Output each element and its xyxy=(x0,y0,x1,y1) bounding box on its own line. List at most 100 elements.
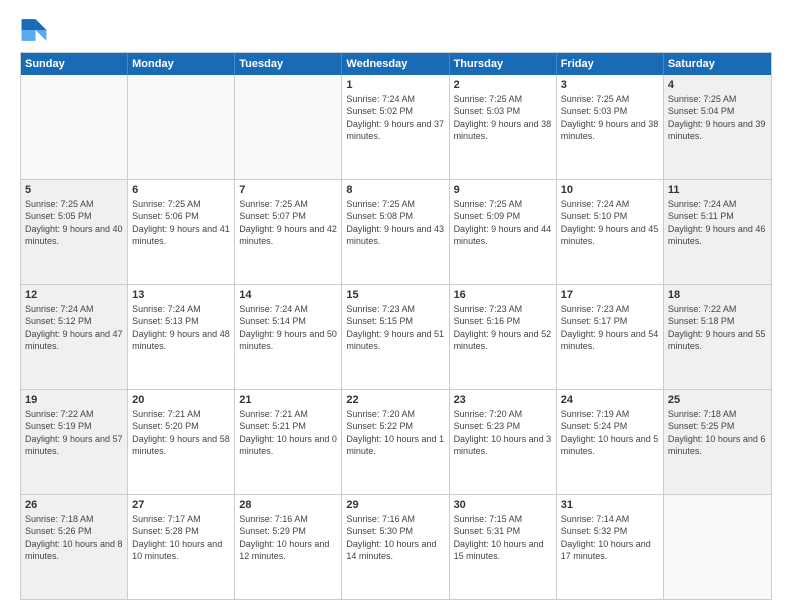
calendar-row-2: 5Sunrise: 7:25 AM Sunset: 5:05 PM Daylig… xyxy=(21,179,771,284)
calendar-cell: 7Sunrise: 7:25 AM Sunset: 5:07 PM Daylig… xyxy=(235,180,342,284)
cell-text: Sunrise: 7:24 AM Sunset: 5:10 PM Dayligh… xyxy=(561,198,659,247)
cell-text: Sunrise: 7:23 AM Sunset: 5:16 PM Dayligh… xyxy=(454,303,552,352)
calendar-row-5: 26Sunrise: 7:18 AM Sunset: 5:26 PM Dayli… xyxy=(21,494,771,599)
cell-text: Sunrise: 7:24 AM Sunset: 5:02 PM Dayligh… xyxy=(346,93,444,142)
day-number: 28 xyxy=(239,498,337,512)
cell-text: Sunrise: 7:25 AM Sunset: 5:05 PM Dayligh… xyxy=(25,198,123,247)
day-number: 5 xyxy=(25,183,123,197)
day-number: 9 xyxy=(454,183,552,197)
day-number: 14 xyxy=(239,288,337,302)
weekday-header-monday: Monday xyxy=(128,53,235,75)
cell-text: Sunrise: 7:25 AM Sunset: 5:07 PM Dayligh… xyxy=(239,198,337,247)
calendar-cell: 9Sunrise: 7:25 AM Sunset: 5:09 PM Daylig… xyxy=(450,180,557,284)
calendar-cell: 24Sunrise: 7:19 AM Sunset: 5:24 PM Dayli… xyxy=(557,390,664,494)
day-number: 15 xyxy=(346,288,444,302)
day-number: 23 xyxy=(454,393,552,407)
calendar-cell: 14Sunrise: 7:24 AM Sunset: 5:14 PM Dayli… xyxy=(235,285,342,389)
cell-text: Sunrise: 7:14 AM Sunset: 5:32 PM Dayligh… xyxy=(561,513,659,562)
calendar-cell xyxy=(664,495,771,599)
calendar-cell: 31Sunrise: 7:14 AM Sunset: 5:32 PM Dayli… xyxy=(557,495,664,599)
day-number: 25 xyxy=(668,393,767,407)
cell-text: Sunrise: 7:16 AM Sunset: 5:30 PM Dayligh… xyxy=(346,513,444,562)
calendar-cell xyxy=(21,75,128,179)
calendar-cell: 3Sunrise: 7:25 AM Sunset: 5:03 PM Daylig… xyxy=(557,75,664,179)
cell-text: Sunrise: 7:25 AM Sunset: 5:06 PM Dayligh… xyxy=(132,198,230,247)
weekday-header-sunday: Sunday xyxy=(21,53,128,75)
day-number: 2 xyxy=(454,78,552,92)
cell-text: Sunrise: 7:23 AM Sunset: 5:17 PM Dayligh… xyxy=(561,303,659,352)
weekday-header-thursday: Thursday xyxy=(450,53,557,75)
calendar-cell: 15Sunrise: 7:23 AM Sunset: 5:15 PM Dayli… xyxy=(342,285,449,389)
cell-text: Sunrise: 7:25 AM Sunset: 5:03 PM Dayligh… xyxy=(454,93,552,142)
day-number: 21 xyxy=(239,393,337,407)
weekday-header-wednesday: Wednesday xyxy=(342,53,449,75)
calendar-cell: 11Sunrise: 7:24 AM Sunset: 5:11 PM Dayli… xyxy=(664,180,771,284)
calendar-cell: 22Sunrise: 7:20 AM Sunset: 5:22 PM Dayli… xyxy=(342,390,449,494)
calendar-cell: 28Sunrise: 7:16 AM Sunset: 5:29 PM Dayli… xyxy=(235,495,342,599)
calendar-cell: 30Sunrise: 7:15 AM Sunset: 5:31 PM Dayli… xyxy=(450,495,557,599)
header xyxy=(20,16,772,44)
day-number: 4 xyxy=(668,78,767,92)
cell-text: Sunrise: 7:24 AM Sunset: 5:13 PM Dayligh… xyxy=(132,303,230,352)
calendar-cell xyxy=(128,75,235,179)
day-number: 22 xyxy=(346,393,444,407)
day-number: 26 xyxy=(25,498,123,512)
cell-text: Sunrise: 7:22 AM Sunset: 5:19 PM Dayligh… xyxy=(25,408,123,457)
cell-text: Sunrise: 7:18 AM Sunset: 5:25 PM Dayligh… xyxy=(668,408,767,457)
calendar-cell: 23Sunrise: 7:20 AM Sunset: 5:23 PM Dayli… xyxy=(450,390,557,494)
calendar-cell: 1Sunrise: 7:24 AM Sunset: 5:02 PM Daylig… xyxy=(342,75,449,179)
calendar-row-3: 12Sunrise: 7:24 AM Sunset: 5:12 PM Dayli… xyxy=(21,284,771,389)
calendar-cell: 8Sunrise: 7:25 AM Sunset: 5:08 PM Daylig… xyxy=(342,180,449,284)
day-number: 16 xyxy=(454,288,552,302)
day-number: 1 xyxy=(346,78,444,92)
day-number: 12 xyxy=(25,288,123,302)
day-number: 18 xyxy=(668,288,767,302)
calendar-cell: 6Sunrise: 7:25 AM Sunset: 5:06 PM Daylig… xyxy=(128,180,235,284)
day-number: 17 xyxy=(561,288,659,302)
cell-text: Sunrise: 7:25 AM Sunset: 5:08 PM Dayligh… xyxy=(346,198,444,247)
page: SundayMondayTuesdayWednesdayThursdayFrid… xyxy=(0,0,792,612)
calendar-row-4: 19Sunrise: 7:22 AM Sunset: 5:19 PM Dayli… xyxy=(21,389,771,494)
cell-text: Sunrise: 7:22 AM Sunset: 5:18 PM Dayligh… xyxy=(668,303,767,352)
calendar-cell: 10Sunrise: 7:24 AM Sunset: 5:10 PM Dayli… xyxy=(557,180,664,284)
calendar-body: 1Sunrise: 7:24 AM Sunset: 5:02 PM Daylig… xyxy=(21,75,771,599)
calendar-cell xyxy=(235,75,342,179)
calendar-cell: 27Sunrise: 7:17 AM Sunset: 5:28 PM Dayli… xyxy=(128,495,235,599)
calendar-header: SundayMondayTuesdayWednesdayThursdayFrid… xyxy=(21,53,771,75)
calendar-cell: 2Sunrise: 7:25 AM Sunset: 5:03 PM Daylig… xyxy=(450,75,557,179)
calendar-cell: 18Sunrise: 7:22 AM Sunset: 5:18 PM Dayli… xyxy=(664,285,771,389)
day-number: 13 xyxy=(132,288,230,302)
day-number: 10 xyxy=(561,183,659,197)
calendar-cell: 19Sunrise: 7:22 AM Sunset: 5:19 PM Dayli… xyxy=(21,390,128,494)
day-number: 29 xyxy=(346,498,444,512)
calendar-cell: 13Sunrise: 7:24 AM Sunset: 5:13 PM Dayli… xyxy=(128,285,235,389)
weekday-header-friday: Friday xyxy=(557,53,664,75)
day-number: 20 xyxy=(132,393,230,407)
calendar-cell: 16Sunrise: 7:23 AM Sunset: 5:16 PM Dayli… xyxy=(450,285,557,389)
calendar-row-1: 1Sunrise: 7:24 AM Sunset: 5:02 PM Daylig… xyxy=(21,75,771,179)
cell-text: Sunrise: 7:25 AM Sunset: 5:09 PM Dayligh… xyxy=(454,198,552,247)
logo xyxy=(20,16,52,44)
cell-text: Sunrise: 7:23 AM Sunset: 5:15 PM Dayligh… xyxy=(346,303,444,352)
calendar-cell: 5Sunrise: 7:25 AM Sunset: 5:05 PM Daylig… xyxy=(21,180,128,284)
calendar: SundayMondayTuesdayWednesdayThursdayFrid… xyxy=(20,52,772,600)
day-number: 30 xyxy=(454,498,552,512)
day-number: 11 xyxy=(668,183,767,197)
cell-text: Sunrise: 7:24 AM Sunset: 5:11 PM Dayligh… xyxy=(668,198,767,247)
cell-text: Sunrise: 7:16 AM Sunset: 5:29 PM Dayligh… xyxy=(239,513,337,562)
cell-text: Sunrise: 7:18 AM Sunset: 5:26 PM Dayligh… xyxy=(25,513,123,562)
day-number: 8 xyxy=(346,183,444,197)
cell-text: Sunrise: 7:24 AM Sunset: 5:14 PM Dayligh… xyxy=(239,303,337,352)
weekday-header-saturday: Saturday xyxy=(664,53,771,75)
day-number: 6 xyxy=(132,183,230,197)
calendar-cell: 26Sunrise: 7:18 AM Sunset: 5:26 PM Dayli… xyxy=(21,495,128,599)
cell-text: Sunrise: 7:25 AM Sunset: 5:04 PM Dayligh… xyxy=(668,93,767,142)
cell-text: Sunrise: 7:15 AM Sunset: 5:31 PM Dayligh… xyxy=(454,513,552,562)
cell-text: Sunrise: 7:21 AM Sunset: 5:21 PM Dayligh… xyxy=(239,408,337,457)
day-number: 24 xyxy=(561,393,659,407)
weekday-header-tuesday: Tuesday xyxy=(235,53,342,75)
day-number: 3 xyxy=(561,78,659,92)
cell-text: Sunrise: 7:24 AM Sunset: 5:12 PM Dayligh… xyxy=(25,303,123,352)
calendar-cell: 12Sunrise: 7:24 AM Sunset: 5:12 PM Dayli… xyxy=(21,285,128,389)
day-number: 19 xyxy=(25,393,123,407)
